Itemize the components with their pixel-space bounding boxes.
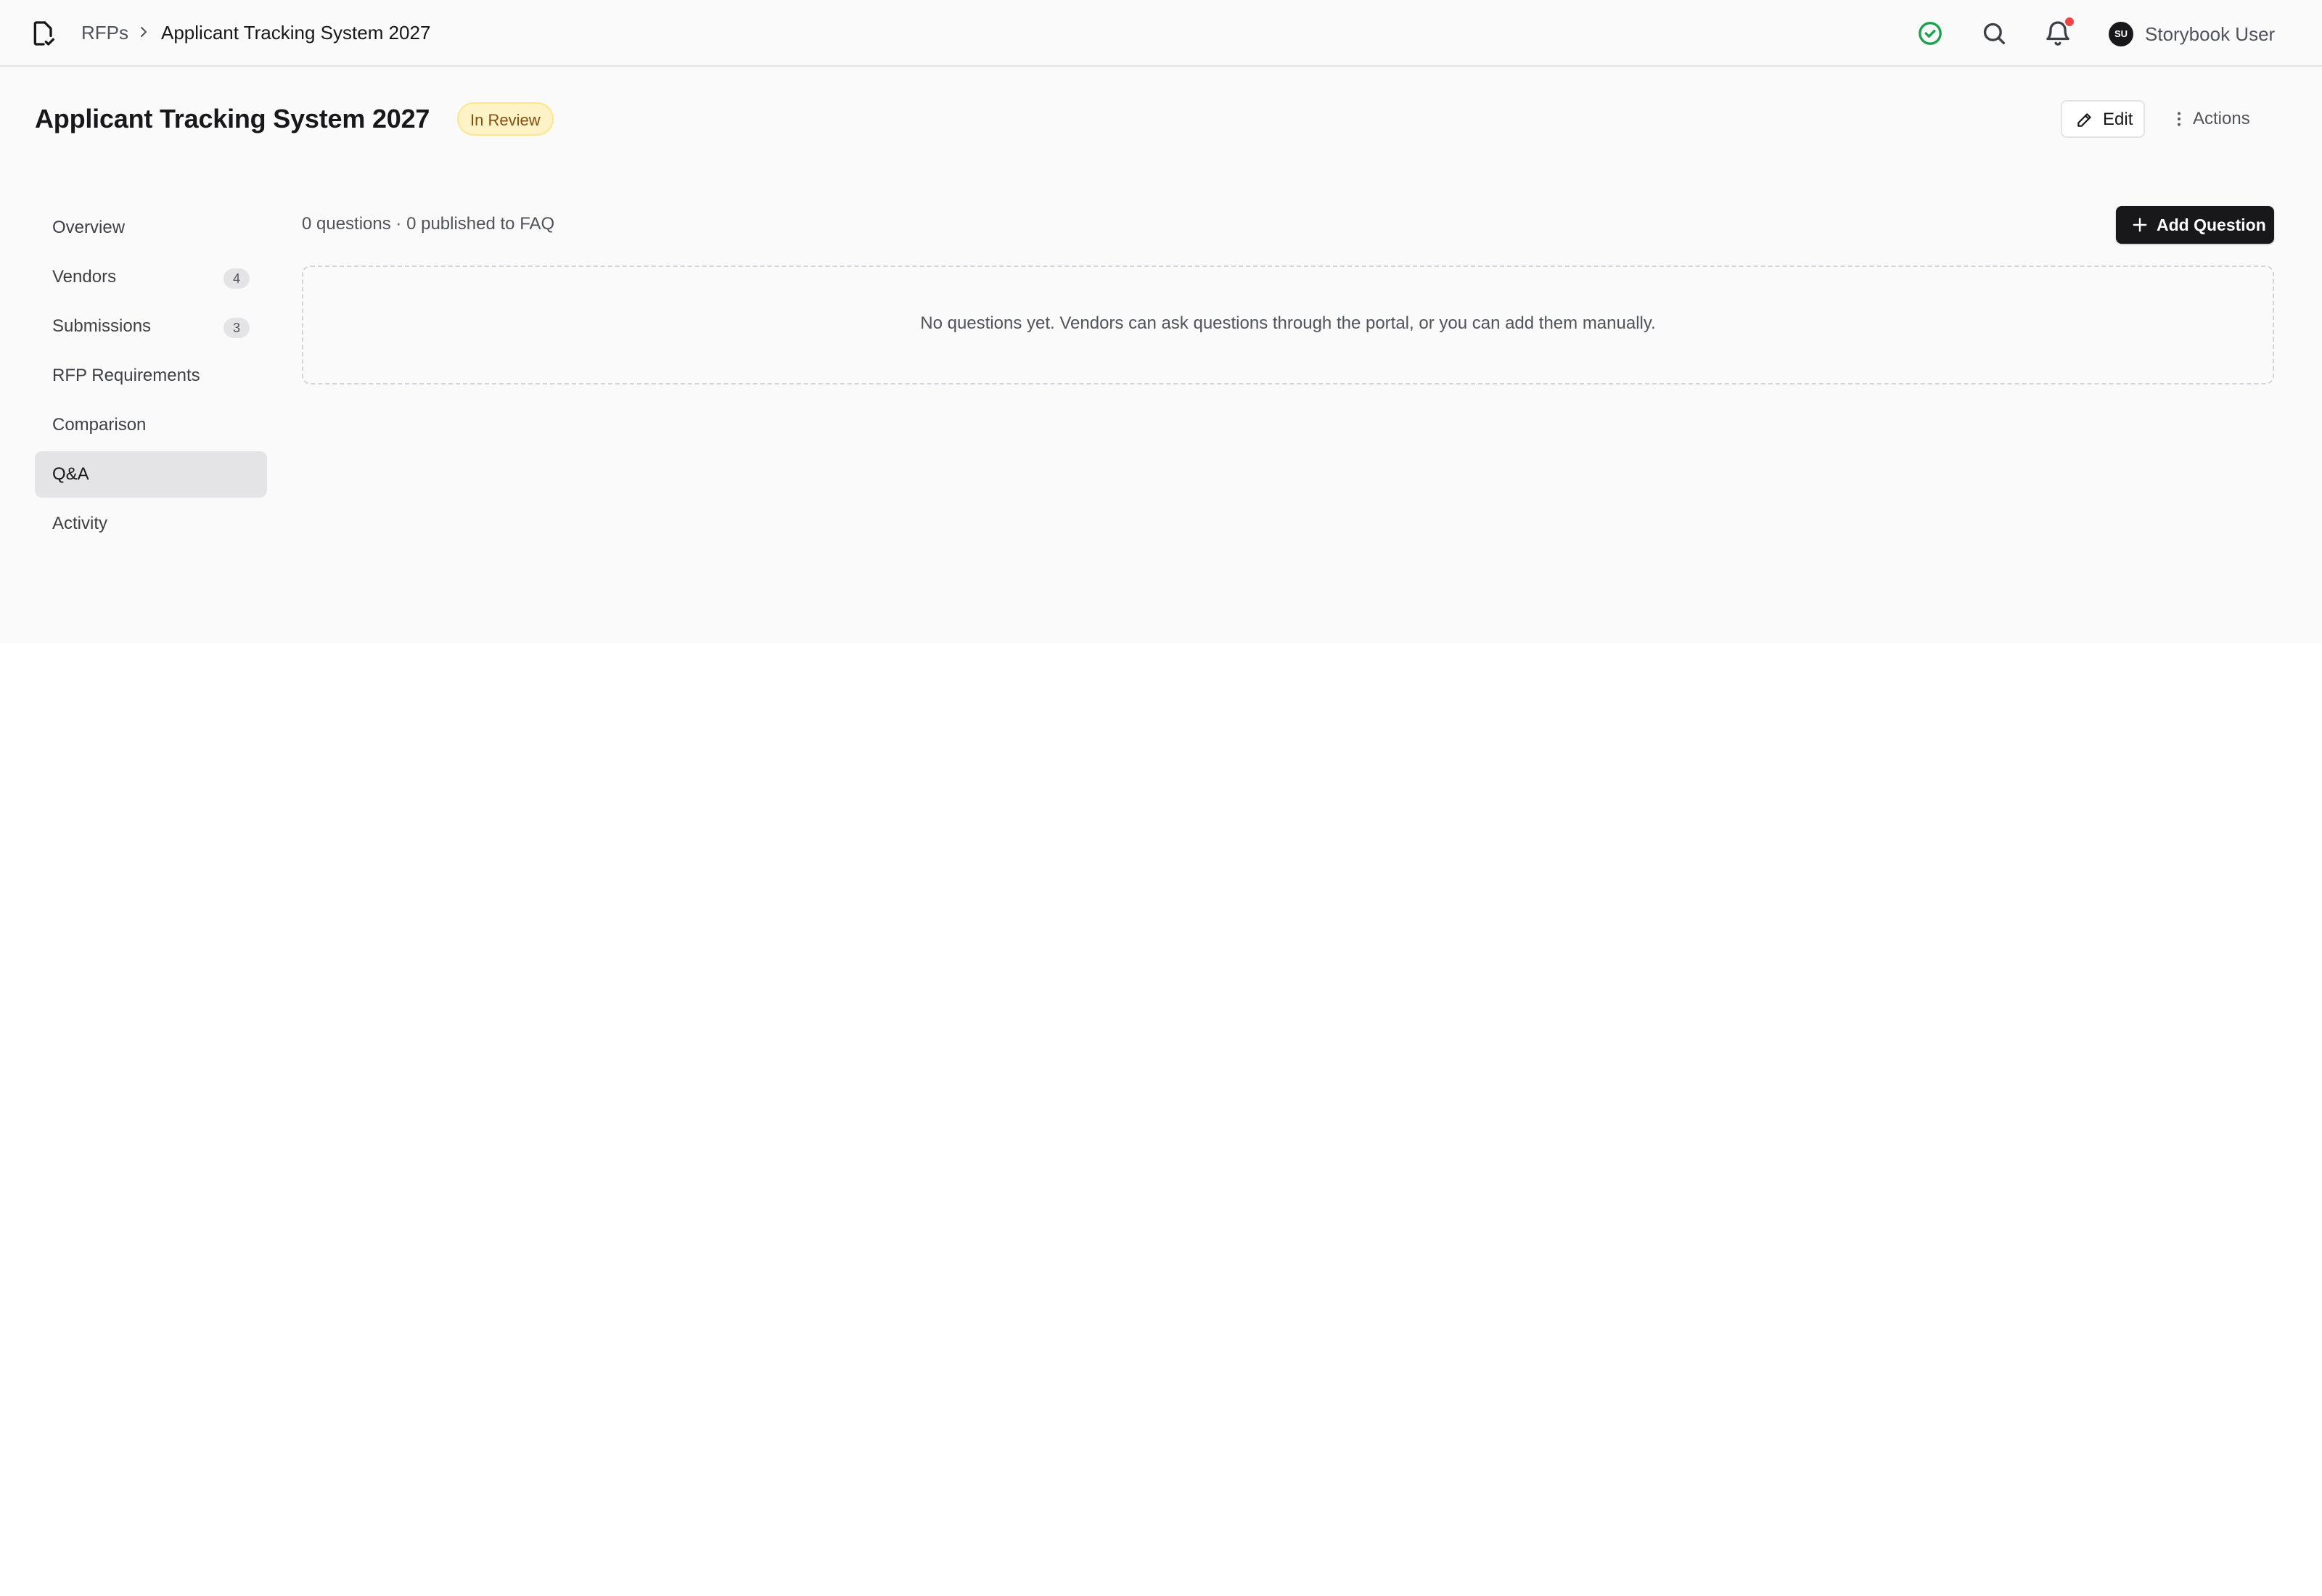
nav-item-rfp-requirements[interactable]: RFP Requirements (35, 353, 267, 399)
nav-item-activity[interactable]: Activity (35, 501, 267, 547)
questions-summary: 0 questions · 0 published to FAQ (302, 214, 555, 234)
page-title: Applicant Tracking System 2027 (35, 104, 430, 133)
edit-button-label: Edit (2103, 110, 2133, 129)
nav-item-qa[interactable]: Q&A (35, 451, 267, 498)
nav-item-label: Submissions (52, 316, 152, 336)
nav-item-label: Comparison (52, 415, 147, 435)
nav-item-submissions[interactable]: Submissions 3 (35, 303, 267, 350)
breadcrumb-current: Applicant Tracking System 2027 (161, 22, 431, 44)
status-badge: In Review (457, 102, 554, 136)
nav-item-label: Q&A (52, 464, 89, 484)
top-bar: RFPs Applicant Tracking System 2027 SU S… (0, 0, 2322, 67)
nav-item-label: RFP Requirements (52, 366, 200, 385)
nav-item-count-badge: 4 (223, 268, 250, 289)
section-nav: Overview Vendors 4 Submissions 3 RFP Req… (35, 205, 267, 550)
empty-state-message: No questions yet. Vendors can ask questi… (920, 313, 1656, 333)
nav-item-overview[interactable]: Overview (35, 205, 267, 251)
avatar: SU (2109, 22, 2133, 46)
document-check-logo-icon[interactable] (29, 19, 58, 48)
breadcrumb-rfps-link[interactable]: RFPs (81, 21, 128, 44)
search-icon[interactable] (1980, 19, 2009, 48)
pencil-icon (2077, 113, 2091, 127)
add-question-button[interactable]: Add Question (2116, 206, 2274, 244)
notification-dot (2064, 16, 2075, 28)
actions-button[interactable]: Actions (2159, 100, 2261, 138)
add-question-label: Add Question (2157, 215, 2266, 234)
nav-item-comparison[interactable]: Comparison (35, 402, 267, 448)
questions-empty-state: No questions yet. Vendors can ask questi… (302, 266, 2274, 384)
more-vertical-icon (2178, 112, 2181, 126)
check-circle-icon[interactable] (1916, 19, 1945, 48)
plus-icon (2133, 218, 2147, 232)
nav-item-label: Overview (52, 218, 126, 237)
nav-item-label: Vendors (52, 267, 117, 287)
edit-button[interactable]: Edit (2061, 100, 2145, 138)
nav-item-vendors[interactable]: Vendors 4 (35, 254, 267, 300)
actions-button-label: Actions (2193, 109, 2250, 128)
user-name: Storybook User (2145, 23, 2276, 45)
nav-item-label: Activity (52, 514, 108, 533)
nav-item-count-badge: 3 (223, 318, 250, 338)
chevron-right-icon (141, 27, 147, 37)
app-shell: RFPs Applicant Tracking System 2027 SU S… (0, 0, 2322, 643)
